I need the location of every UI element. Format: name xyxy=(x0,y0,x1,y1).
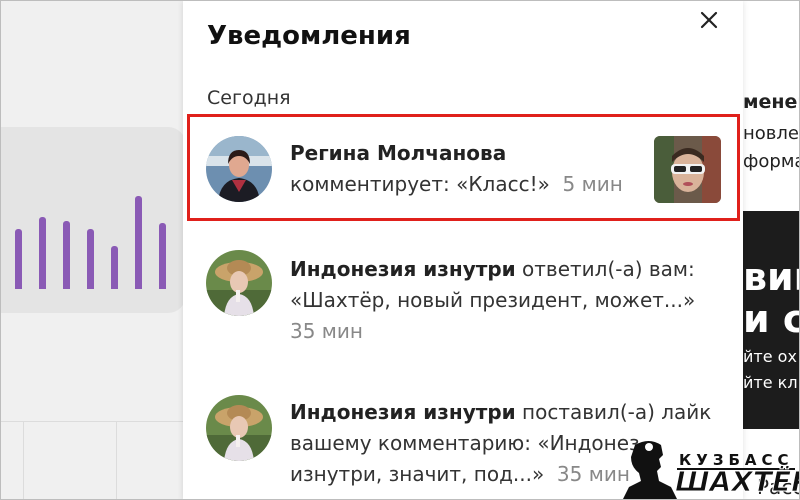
bg-dark-banner: виг и с йте ох йте кл xyxy=(743,211,800,429)
bg-banner-text: йте кл xyxy=(743,373,798,392)
section-label-today: Сегодня xyxy=(207,87,291,109)
highlight-box xyxy=(187,114,740,221)
notification-time: 35 мин xyxy=(290,319,363,343)
chart-bar xyxy=(63,221,70,289)
miner-silhouette-icon xyxy=(623,441,677,499)
chart-bar xyxy=(159,223,166,289)
close-button[interactable] xyxy=(696,7,722,33)
chart-bar xyxy=(111,246,118,289)
bg-banner-text: виг xyxy=(743,255,799,299)
notification-message-cont: изнутри, значит, под...» xyxy=(290,462,545,486)
notification-author[interactable]: Индонезия изнутри xyxy=(290,257,516,281)
divider xyxy=(1,421,183,422)
bg-banner-text: и с xyxy=(743,297,800,341)
bg-text-snippet: менен xyxy=(743,91,799,113)
panel-title: Уведомления xyxy=(207,21,411,51)
notification-item[interactable]: Индонезия изнутри ответил(-а) вам: «Шахт… xyxy=(183,246,743,366)
close-icon xyxy=(700,11,718,29)
divider xyxy=(116,421,117,499)
background-page-right: менен новле форма виг и с йте ох йте кл … xyxy=(743,1,800,499)
avatar[interactable] xyxy=(206,395,272,461)
background-page-left xyxy=(1,1,186,499)
notification-text: Индонезия изнутри ответил(-а) вам: «Шахт… xyxy=(290,254,695,347)
chart-bar xyxy=(87,229,94,289)
notification-action: поставил(-а) лайк xyxy=(515,400,712,424)
chart-bar xyxy=(39,217,46,289)
bg-banner-text: йте ох xyxy=(743,347,797,366)
chart-bar xyxy=(15,229,22,289)
watermark-text-main: ШАХТЁР xyxy=(675,465,800,499)
divider xyxy=(23,421,24,499)
watermark-logo: КУЗБАСС ШАХТЁР xyxy=(619,437,800,499)
bg-text-snippet: новле xyxy=(743,123,799,144)
notification-action: ответил(-а) вам: xyxy=(515,257,695,281)
bg-text-snippet: форма xyxy=(743,151,800,172)
chart-bar xyxy=(135,196,142,289)
screenshot-frame: менен новле форма виг и с йте ох йте кл … xyxy=(0,0,800,500)
notification-author[interactable]: Индонезия изнутри xyxy=(290,400,516,424)
notification-message: «Шахтёр, новый президент, может...» xyxy=(290,288,696,312)
notifications-panel: Уведомления Сегодня Регина Молчанова ком… xyxy=(183,1,743,499)
avatar[interactable] xyxy=(206,250,272,316)
